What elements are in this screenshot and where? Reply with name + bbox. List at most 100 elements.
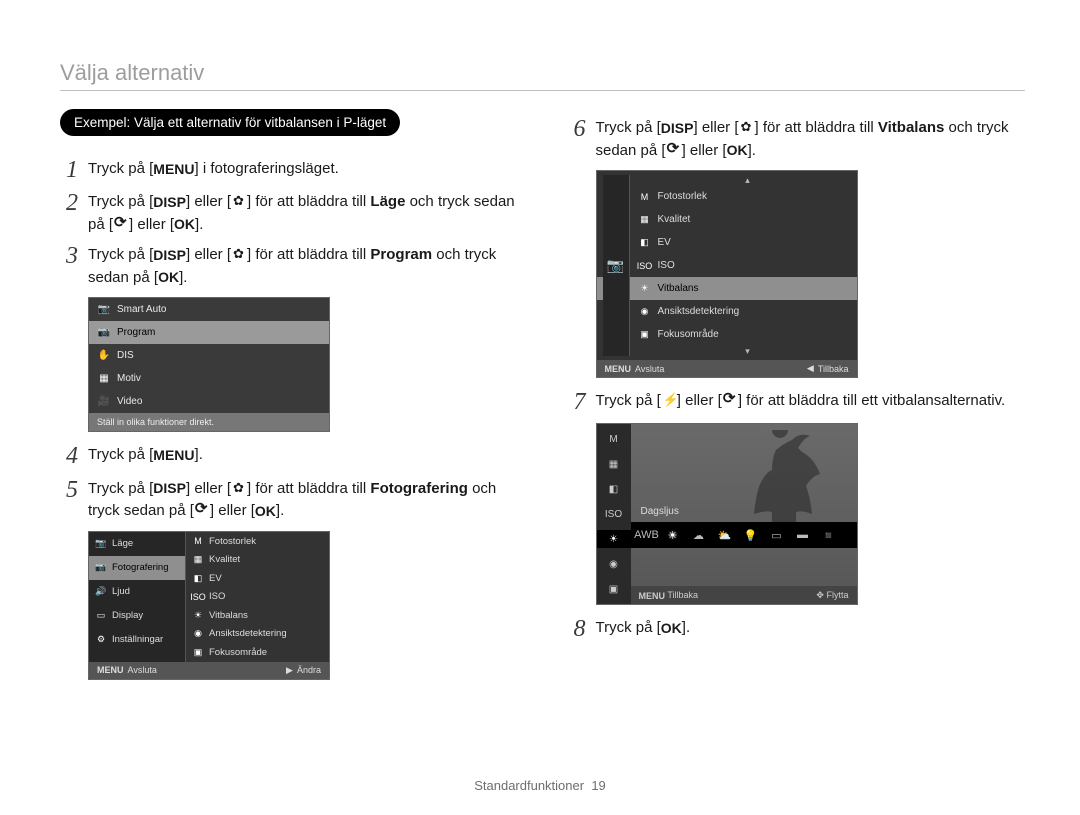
shooting-menu-panel: 📷 ▴ MFotostorlek▦Kvalitet◧EVISOISO☀Vitba… — [596, 170, 858, 378]
wb-current-label: Dagsljus — [641, 506, 679, 517]
settings-icon: ◉ — [192, 629, 204, 639]
wb-option-icon[interactable]: ◾ — [821, 527, 837, 543]
settings-left-item[interactable]: ▭Display — [89, 604, 185, 628]
wb-option-icon[interactable]: ☀ — [665, 527, 681, 543]
settings-left-item[interactable]: 📷 Fotografering — [89, 556, 185, 580]
mode-menu-panel: 📷Smart Auto📷Program✋DIS▦Motiv🎥Video Stäl… — [88, 297, 330, 432]
text: ] i fotograferingsläget. — [195, 160, 339, 177]
ok-button-label: OK — [727, 140, 748, 161]
wb-option-icon[interactable]: AWB — [639, 527, 655, 543]
settings-icon: ISO — [192, 592, 204, 602]
mode-label: Program — [117, 327, 155, 338]
settings-label: Fotografering — [112, 562, 169, 573]
settings-right-item[interactable]: ☀Vitbalans — [186, 606, 329, 625]
mode-icon: 📷 — [97, 327, 111, 339]
left-column: Exempel: Välja ett alternativ för vitbal… — [60, 109, 518, 680]
step-7: 7 Tryck på [] eller [] för att bläddra t… — [568, 388, 1026, 415]
timer-icon — [194, 503, 210, 517]
ok-button-label: OK — [174, 214, 195, 235]
shooting-icon: ISO — [639, 261, 651, 271]
step-number: 5 — [60, 476, 78, 503]
up-arrow-icon: ▴ — [597, 175, 857, 185]
wb-side-icon: ◉ — [609, 555, 618, 573]
wb-option-icon[interactable]: ⛅ — [717, 527, 733, 543]
settings-left-item[interactable]: ⚙Inställningar — [89, 628, 185, 652]
target-word: Vitbalans — [878, 119, 944, 136]
settings-right-item[interactable]: ISOISO — [186, 588, 329, 607]
wb-side-icon: ◧ — [609, 480, 618, 498]
shooting-label: Ansiktsdetektering — [658, 306, 740, 317]
settings-right-item[interactable]: ▣Fokusområde — [186, 643, 329, 662]
settings-right-item[interactable]: MFotostorlek — [186, 532, 329, 551]
settings-right-item[interactable]: ◉Ansiktsdetektering — [186, 625, 329, 644]
settings-right-item[interactable]: ◧EV — [186, 569, 329, 588]
mode-menu-item[interactable]: ▦Motiv — [89, 367, 329, 390]
step-body: Tryck på [] eller [] för att bläddra til… — [596, 388, 1026, 413]
step-number: 4 — [60, 442, 78, 469]
target-word: Fotografering — [370, 480, 468, 497]
mode-menu-item[interactable]: ✋DIS — [89, 344, 329, 367]
shooting-icon: M — [639, 192, 651, 202]
wb-preview: Dagsljus AWB ☀ ☁ ⛅ 💡 ▭ ▬ ◾ MENU Tillbaka ✥ Flyt… — [631, 424, 857, 604]
mode-icon: ▦ — [97, 373, 111, 385]
left-arrow-icon: ◀ — [807, 363, 814, 374]
wb-option-icon[interactable]: 💡 — [743, 527, 759, 543]
settings-label: Fotostorlek — [209, 536, 256, 547]
wb-option-icon[interactable]: ▬ — [795, 527, 811, 543]
page-footer: Standardfunktioner 19 — [0, 778, 1080, 793]
shooting-menu-item[interactable]: ◧EV — [597, 231, 857, 254]
wb-left-icon-column: M▦◧ISO☀◉▣ — [597, 424, 631, 604]
settings-panel: 📷Läge 📷 Fotografering 🔊Ljud▭Display⚙Inställ… — [88, 531, 330, 680]
shooting-icon: ◉ — [639, 307, 651, 317]
target-word: Läge — [370, 193, 405, 210]
shooting-menu-item[interactable]: ISOISO — [597, 254, 857, 277]
shooting-menu-item[interactable]: ☀Vitbalans — [597, 277, 857, 300]
target-word: Program — [370, 246, 432, 263]
step-1: 1 Tryck på [MENU] i fotograferingsläget. — [60, 156, 518, 183]
mode-menu-item[interactable]: 📷 Program — [89, 321, 329, 344]
mode-menu-item[interactable]: 📷Smart Auto — [89, 298, 329, 321]
settings-left-item[interactable]: 🔊Ljud — [89, 580, 185, 604]
step-2: 2 Tryck på [DISP] eller [] för att blädd… — [60, 189, 518, 236]
section-divider — [60, 90, 1025, 91]
settings-icon: 📷 — [95, 563, 107, 573]
wb-option-icon[interactable]: ▭ — [769, 527, 785, 543]
mode-label: DIS — [117, 350, 134, 361]
settings-left-item[interactable]: 📷Läge — [89, 532, 185, 556]
step-number: 2 — [60, 189, 78, 216]
macro-icon — [231, 194, 247, 208]
wb-option-strip[interactable]: AWB ☀ ☁ ⛅ 💡 ▭ ▬ ◾ — [631, 522, 857, 548]
mode-menu-item[interactable]: 🎥 Video — [89, 390, 329, 413]
step-body: Tryck på [DISP] eller [] för att bläddra… — [596, 115, 1026, 162]
settings-icon: ⚙ — [95, 635, 107, 645]
shooting-menu-item[interactable]: ▦Kvalitet — [597, 208, 857, 231]
step-5: 5 Tryck på [DISP] eller [] för att blädd… — [60, 476, 518, 523]
settings-icon: ▭ — [95, 611, 107, 621]
ok-button-label: OK — [255, 501, 276, 522]
settings-icon: ▦ — [192, 555, 204, 565]
mode-icon: 📷 — [97, 304, 111, 316]
wb-option-icon[interactable]: ☁ — [691, 527, 707, 543]
mode-icon: 🎥 — [97, 396, 111, 408]
mode-label: Video — [117, 396, 142, 407]
step-body: Tryck på [DISP] eller [] för att bläddra… — [88, 242, 518, 289]
wb-side-icon: ▣ — [609, 580, 618, 598]
right-arrow-icon: ▶ — [286, 665, 293, 676]
step-8: 8 Tryck på [OK]. — [568, 615, 1026, 642]
footer-right-label: Ändra — [297, 665, 321, 675]
disp-button-label: DISP — [661, 118, 694, 139]
step-body: Tryck på [MENU] i fotograferingsläget. — [88, 156, 518, 181]
macro-icon — [231, 247, 247, 261]
menu-button-label: MENU — [97, 665, 124, 675]
shooting-menu-item[interactable]: ◉ Ansiktsdetektering — [597, 300, 857, 323]
ok-button-label: OK — [661, 618, 682, 639]
settings-icon: ☀ — [192, 610, 204, 620]
panel-footer: MENU Tillbaka ✥ Flytta — [631, 586, 857, 604]
shooting-icon: ▦ — [639, 215, 651, 225]
shooting-menu-item[interactable]: MFotostorlek — [597, 185, 857, 208]
settings-label: Ljud — [112, 586, 130, 597]
shooting-menu-item[interactable]: ▣Fokusområde — [597, 323, 857, 346]
wb-side-icon: ISO — [605, 505, 622, 523]
settings-right-item[interactable]: ▦Kvalitet — [186, 550, 329, 569]
menu-button-label: MENU — [153, 159, 194, 180]
